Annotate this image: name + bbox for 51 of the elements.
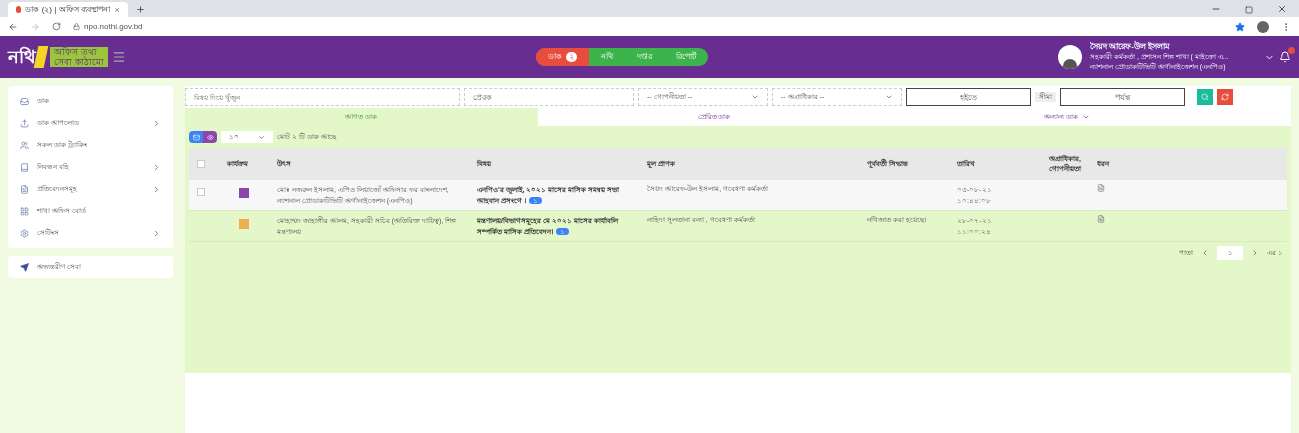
- chevron-down-icon: [751, 93, 759, 101]
- checkbox[interactable]: [197, 188, 205, 196]
- eye-icon: [206, 133, 214, 141]
- forward-icon[interactable]: [30, 21, 40, 32]
- notification-icon[interactable]: [1279, 51, 1291, 63]
- browser-tab[interactable]: ডাক (২) | অফিস ব্যবস্থাপনা: [8, 2, 128, 17]
- document-icon[interactable]: [1097, 215, 1105, 223]
- user-avatar: [1058, 45, 1082, 69]
- chevron-down-icon: [1081, 113, 1090, 121]
- count-badge: ২: [565, 52, 577, 62]
- chevron-right-icon: [152, 118, 161, 128]
- logo[interactable]: নথি অফিস তথ্য সেবা কাঠামো: [8, 43, 108, 71]
- sidebar-item-icon: [20, 206, 29, 216]
- chevron-right-icon: [152, 184, 161, 194]
- reset-button[interactable]: [1217, 89, 1233, 105]
- sidebar-item-icon: [20, 96, 29, 106]
- address-bar[interactable]: npo.nothi.gov.bd: [73, 20, 143, 33]
- search-button[interactable]: [1197, 89, 1213, 105]
- user-name: সৈয়দ আরেফ-উল ইসলাম: [1090, 42, 1171, 52]
- menu-icon[interactable]: [111, 50, 126, 64]
- search-icon: [1201, 93, 1209, 101]
- sidebar-item-icon: [20, 118, 29, 128]
- nav-tab[interactable]: ডাক ২: [535, 48, 589, 66]
- read-filter-button[interactable]: [203, 131, 217, 143]
- inbox-filter-button[interactable]: [189, 131, 203, 143]
- refresh-icon: [1221, 93, 1229, 101]
- chevron-down-icon: [258, 133, 265, 141]
- chevron-down-icon: [885, 93, 893, 101]
- document-icon[interactable]: [1097, 184, 1105, 192]
- mail-icon: [192, 133, 200, 141]
- profile-avatar[interactable]: [1257, 20, 1269, 33]
- chevron-right-icon: [152, 228, 161, 238]
- send-icon: [20, 262, 29, 272]
- chevron-right-icon: [152, 162, 161, 172]
- sidebar-item-icon: [20, 228, 29, 238]
- reload-icon[interactable]: [52, 22, 61, 31]
- sidebar-item-icon: [20, 162, 29, 172]
- sidebar-item-icon: [20, 140, 29, 150]
- new-tab-icon[interactable]: [136, 5, 145, 14]
- favicon-icon: [16, 6, 22, 13]
- date-from-field[interactable]: হইতে: [906, 88, 1031, 106]
- maximize-icon[interactable]: [1245, 6, 1253, 14]
- sidebar-item-icon: [20, 184, 29, 194]
- close-window-icon[interactable]: [1277, 4, 1287, 14]
- date-to-field[interactable]: পর্যন্ত: [1060, 88, 1185, 106]
- tab-title: ডাক (২) | অফিস ব্যবস্থাপনা: [25, 3, 110, 16]
- checkbox[interactable]: [197, 160, 205, 168]
- sender-field[interactable]: প্রেরক: [464, 88, 634, 106]
- close-icon[interactable]: [113, 5, 120, 14]
- bookmark-star-icon[interactable]: [1235, 21, 1245, 32]
- back-icon[interactable]: [8, 21, 18, 32]
